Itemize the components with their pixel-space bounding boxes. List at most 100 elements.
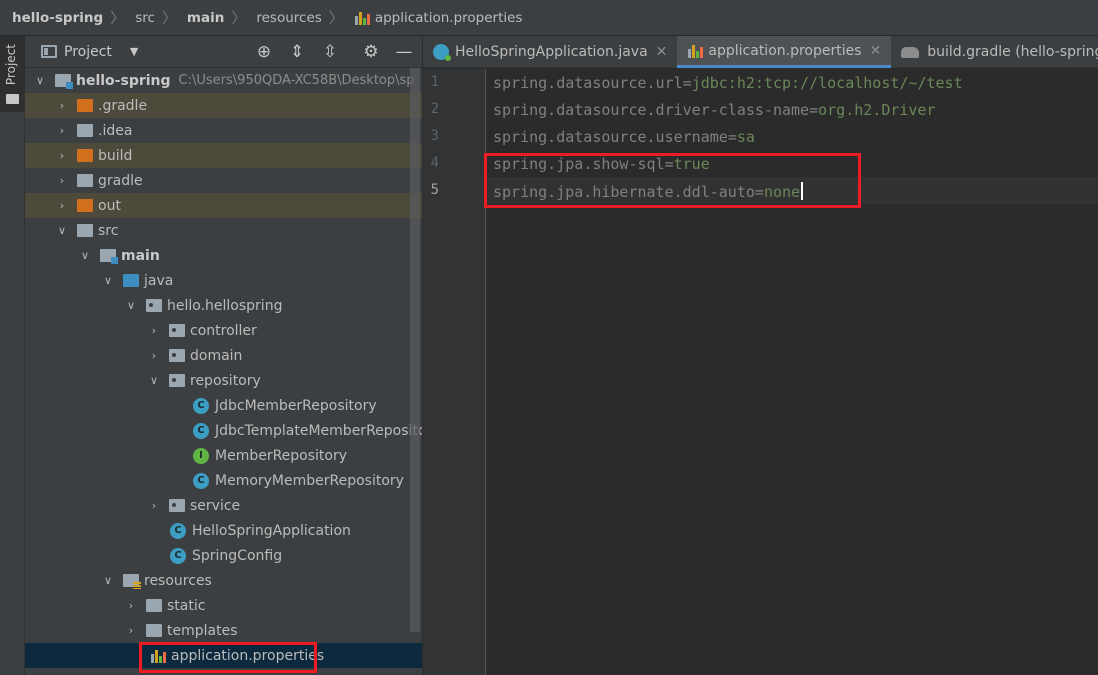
tab-build-gradle[interactable]: build.gradle (hello-spring) ✕ [891,36,1098,68]
resources-folder-icon [123,574,141,589]
tree-row-controller[interactable]: › controller [25,318,422,343]
breadcrumb-file[interactable]: application.properties [375,10,523,26]
highlight-box [139,642,317,673]
project-scrollbar[interactable] [410,68,420,632]
project-tool-tab[interactable]: Project [0,36,25,112]
chevron-right-icon[interactable]: › [147,349,161,362]
chevron-right-icon[interactable]: › [55,124,69,137]
tree-row-gradle-cache[interactable]: › .gradle [25,93,422,118]
property-key: spring.datasource.driver-class-name [493,101,810,119]
chevron-right-icon[interactable]: › [55,199,69,212]
tree-row-jdbc-template-member-repository[interactable]: C JdbcTemplateMemberRepository [25,418,441,443]
editor-tabs: HelloSpringApplication.java ✕ applicatio… [423,36,1098,68]
equals-sign: = [809,101,819,119]
tree-row-hellospring-package[interactable]: ∨ hello.hellospring [25,293,422,318]
tree-row-resources[interactable]: ∨ resources [25,568,422,593]
tree-row-hello-spring[interactable]: ∨ hello-spring C:\Users\950QDA-XC58B\Des… [25,68,422,93]
chevron-right-icon[interactable]: › [124,599,138,612]
tree-row-service[interactable]: › service [25,493,422,518]
spring-boot-class-icon: C [170,522,186,539]
tree-row-label: repository [190,372,261,389]
close-icon[interactable]: ✕ [656,44,668,60]
editor-gutter[interactable]: 1 2 3 4 5 [423,69,486,675]
class-icon: C [193,422,209,439]
collapse-all-icon[interactable]: ⇳ [320,42,340,62]
breadcrumb-resources[interactable]: resources [256,10,321,26]
properties-file-icon [354,10,370,26]
tree-row-idea[interactable]: › .idea [25,118,422,143]
breadcrumb-main[interactable]: main [187,10,224,26]
tree-row-memory-member-repository[interactable]: C MemoryMemberRepository [25,468,422,493]
expand-all-icon[interactable]: ⇕ [287,42,307,62]
tree-row-templates[interactable]: › templates [25,618,422,643]
breadcrumb-project[interactable]: hello-spring [12,10,103,26]
excluded-folder-icon [77,149,93,162]
line-number: 2 [430,101,439,117]
gear-icon[interactable]: ⚙ [361,42,381,62]
equals-sign: = [682,74,692,92]
folder-icon [77,174,93,187]
chevron-down-icon[interactable]: ∨ [33,74,47,87]
breadcrumb-separator-icon: 〉 [110,9,126,27]
chevron-right-icon[interactable]: › [147,324,161,337]
chevron-down-icon[interactable]: ∨ [101,274,115,287]
breadcrumb-separator-icon: 〉 [231,9,247,27]
tree-row-src[interactable]: ∨ src [25,218,422,243]
tree-row-java[interactable]: ∨ java [25,268,422,293]
chevron-down-icon[interactable]: ▼ [130,45,138,58]
tree-row-gradle[interactable]: › gradle [25,168,422,193]
code-line: spring.datasource.url=jdbc:h2:tcp://loca… [493,74,963,92]
source-folder-icon [123,274,139,287]
tree-row-hello-spring-application[interactable]: C HelloSpringApplication [25,518,422,543]
tree-row-static[interactable]: › static [25,593,422,618]
close-icon[interactable]: ✕ [870,43,882,59]
chevron-right-icon[interactable]: › [55,149,69,162]
chevron-down-icon[interactable]: ∨ [124,299,138,312]
tab-application-properties[interactable]: application.properties ✕ [677,36,892,68]
tree-row-label: main [121,247,160,264]
line-number: 3 [430,128,439,144]
tree-row-label: HelloSpringApplication [192,522,351,539]
tree-row-label: gradle [98,172,143,189]
chevron-down-icon[interactable]: ∨ [55,224,69,237]
project-view-selector[interactable]: Project [64,44,112,60]
project-panel: Project ▼ ⊕ ⇕ ⇳ ⚙ — ∨ hello-spring C:\Us… [25,36,441,675]
project-panel-header: Project ▼ ⊕ ⇕ ⇳ ⚙ — [25,36,422,68]
tree-row-build[interactable]: › build [25,143,422,168]
locate-file-icon[interactable]: ⊕ [254,42,274,62]
breadcrumb-src[interactable]: src [135,10,155,26]
tree-row-out[interactable]: › out [25,193,422,218]
code-editor[interactable]: spring.datasource.url=jdbc:h2:tcp://loca… [484,69,1098,675]
tree-row-label: MemoryMemberRepository [215,472,404,489]
tree-row-label: .gradle [98,97,148,114]
minimize-icon[interactable]: — [394,42,414,62]
chevron-down-icon[interactable]: ∨ [147,374,161,387]
tree-row-label: JdbcTemplateMemberRepository [215,422,441,439]
tree-row-main[interactable]: ∨ main [25,243,422,268]
tree-row-member-repository[interactable]: I MemberRepository [25,443,422,468]
folder-icon [146,599,162,612]
tree-row-label: templates [167,622,238,639]
tree-row-label: src [98,222,119,239]
tree-row-label: static [167,597,206,614]
property-value: jdbc:h2:tcp://localhost/~/test [691,74,963,92]
chevron-right-icon[interactable]: › [55,174,69,187]
chevron-right-icon[interactable]: › [124,624,138,637]
tab-hello-spring-application[interactable]: HelloSpringApplication.java ✕ [423,36,677,68]
tree-row-repository[interactable]: ∨ repository [25,368,422,393]
line-number: 1 [430,74,439,90]
tree-row-jdbc-member-repository[interactable]: C JdbcMemberRepository [25,393,422,418]
tree-row-spring-config[interactable]: C SpringConfig [25,543,422,568]
property-key: spring.datasource.url [493,74,683,92]
chevron-right-icon[interactable]: › [55,99,69,112]
tab-label: application.properties [708,42,862,59]
chevron-down-icon[interactable]: ∨ [101,574,115,587]
chevron-down-icon[interactable]: ∨ [78,249,92,262]
chevron-right-icon[interactable]: › [147,499,161,512]
tool-window-stripe: Project [0,36,25,675]
tree-row-domain[interactable]: › domain [25,343,422,368]
tree-row-label: java [144,272,174,289]
breadcrumb: hello-spring 〉 src 〉 main 〉 resources 〉 … [0,0,1098,36]
tree-row-label: hello-spring [76,72,171,89]
tree-row-label: out [98,197,121,214]
